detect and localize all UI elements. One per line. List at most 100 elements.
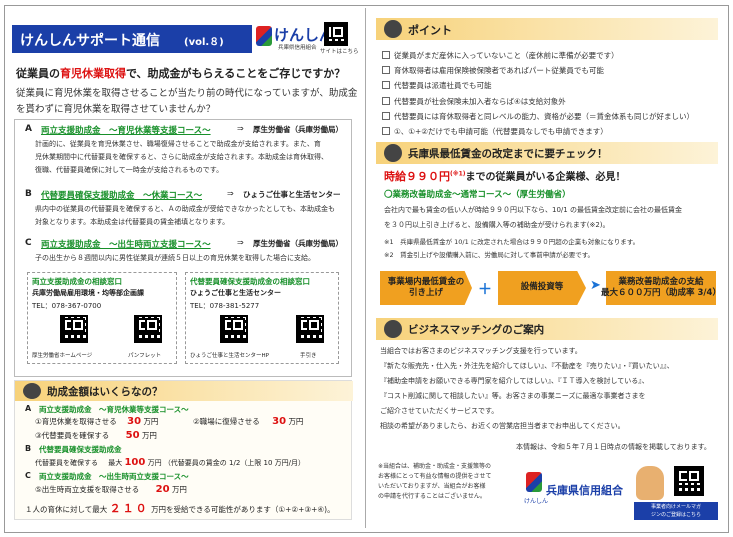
minwage-note-1: ※1 兵庫県最低賃金が 10/1 に改定された場合は９９０円超の企業も対象になり… xyxy=(384,238,640,246)
pointing-person-icon xyxy=(384,320,402,338)
grant-b-letter: B xyxy=(25,189,32,199)
amount-a2: ②職場に復帰させる 30 万円 xyxy=(193,416,303,427)
intro-headline-a: 従業員の xyxy=(16,67,60,80)
footer-note-line: ※当組合は、補助金・助成金・支援策等の xyxy=(378,463,492,470)
amount-b-unit: 万円 xyxy=(147,459,162,467)
grant-b-desc-2: 対象となります。本助成金は代替要員の賃金補填となります。 xyxy=(35,218,230,226)
points-heading: ポイント xyxy=(408,24,452,37)
contact-2-qr2-label: 手引き xyxy=(300,353,317,359)
points-item: 育休取得者は雇用保険被保険者であればパート従業員でも可能 xyxy=(382,63,718,78)
grant-a-arrow: ⇒ xyxy=(237,124,244,133)
grant-a-title: 両立支援助成金 ～育児休業等支援コース～ xyxy=(41,126,211,136)
points-item: 従業員がまだ産休に入っていないこと（産休前に準備が必要です） xyxy=(382,48,718,63)
amount-heading: 助成金額はいくらなの？ xyxy=(47,386,163,398)
amount-c: ⑤出生時両立支援を取得させる 20 万円 xyxy=(35,484,187,495)
grant-c-org: 厚生労働省（兵庫労働局） xyxy=(253,239,343,248)
points-item: 代替要員は派遣社員でも可能 xyxy=(382,78,718,93)
checkbox-icon xyxy=(382,127,390,136)
newsletter-header: けんしんサポート通信 (vol.８) xyxy=(12,25,252,53)
amount-b-title: 代替要員確保支援助成金 xyxy=(39,445,122,454)
intro-headline: 従業員の育児休業取得で、助成金がもらえることをご存じですか？ xyxy=(16,65,345,81)
amount-a1-label: ①育児休業を取得させる xyxy=(35,417,117,426)
mail-magazine-banner[interactable]: 事業者向けメールマガ ジンのご登録はこちら xyxy=(634,502,718,520)
mail-magazine-qr-icon[interactable] xyxy=(674,466,704,496)
amount-a2-label: ②職場に復帰させる xyxy=(193,417,260,426)
grant-list-box: A 両立支援助成金 ～育児休業等支援コース～ ⇒ 厚生労働省（兵庫労働局） 計画… xyxy=(14,119,352,377)
logo-subtext: 兵庫県信用組合 xyxy=(278,45,317,51)
amount-a3-label: ③代替要員を確保する xyxy=(35,431,110,440)
points-item: ①、①+②だけでも申請可能（代替要員なしでも申請できます） xyxy=(382,124,718,139)
biz-line: ご紹介させていただくサービスです。 xyxy=(380,407,499,415)
footer-logo-sub: けんしん xyxy=(524,498,549,505)
kenshin-logo-mark-icon xyxy=(526,472,542,492)
amount-a-title: 両立支援助成金 ～育児休業等支援コース～ xyxy=(39,405,189,414)
points-item: 代替要員には育休取得者と同レベルの能力、資格が必要（＝賃金体系も同じが好ましい） xyxy=(382,109,718,124)
newsletter-title: けんしんサポート通信 xyxy=(20,33,160,49)
amount-a3: ③代替要員を確保する 50 万円 xyxy=(35,430,157,441)
minwage-highlight-wage: 時給９９０円 xyxy=(384,170,450,183)
pointing-person-icon xyxy=(384,20,402,38)
grant-c-desc-1: 子の出生から８週間以内に男性従業員が連続５日以上の育児休業を取得した場合に支給。 xyxy=(35,254,315,262)
minwage-heading: 兵庫県最低賃金の改定までに要チェック！ xyxy=(408,148,608,160)
minwage-desc-1: 会社内で最も賃金の低い人が時給９９０円以下なら、10/1 の最低賃金改定前に会社… xyxy=(384,206,682,214)
biz-line: 『コスト削減に関して相談したい』等。お客さまの事業ニーズに最適な事業者さまを xyxy=(380,392,646,400)
grant-c-letter: C xyxy=(25,238,32,248)
grant-a-desc-1: 計画的に、従業員を育児休業させ、職場復帰させることで助成金が支給されます。また、… xyxy=(35,140,321,148)
intro-line-2: 従業員に育児休業を取得させることが当たり前の時代になっていますが、助成金 xyxy=(16,88,358,99)
kenshin-logo-mark-icon xyxy=(256,26,272,46)
contact-box-ryoritsu: 両立支援助成金の相談窓口 兵庫労働局雇用環境・均等部企画課 TEL：078-36… xyxy=(27,272,177,364)
pamphlet-qr-icon[interactable] xyxy=(134,315,162,343)
footer-note-line: お客様にとって有益な情報の提供をさせて xyxy=(378,473,492,480)
amount-c-label: ⑤出生時両立支援を取得させる xyxy=(35,485,140,494)
contact-1-tel: TEL：078-367-0700 xyxy=(32,302,102,310)
amount-c-value: 20 xyxy=(155,484,170,495)
grant-b-desc-1: 県内中の従業員の代替要員を確保すると、Ａの助成金が受給できなかったとしても、本助… xyxy=(35,205,335,213)
pointing-person-icon xyxy=(384,144,402,162)
grant-b-arrow: ⇒ xyxy=(227,189,234,198)
hyogo-center-hp-qr-icon[interactable] xyxy=(220,315,248,343)
amount-total-suffix: 万円を受給できる可能性があります（①+②+③+④)。 xyxy=(151,505,335,514)
amount-total-prefix: １人の育休に対して最大 xyxy=(25,505,108,514)
contact-2-tel: TEL：078-381-5277 xyxy=(190,302,260,310)
intro-headline-c: で、助成金がもらえることをご存じですか？ xyxy=(126,67,346,80)
amount-a1: ①育児休業を取得させる 30 万円 xyxy=(35,416,158,427)
amount-total: １人の育休に対して最大 ２１０ 万円を受給できる可能性があります（①+②+③+④… xyxy=(25,500,335,516)
amount-total-value: ２１０ xyxy=(109,502,149,515)
amount-a3-value: 50 xyxy=(125,430,140,441)
intro-line-3: を貰わずに育児休業を取得させていませんか？ xyxy=(16,104,216,115)
checkbox-icon xyxy=(382,111,390,120)
amount-c-title: 両立支援助成金 ～出生時両立支援コース～ xyxy=(39,472,189,481)
contact-1-title: 両立支援助成金の相談窓口 xyxy=(32,277,122,286)
minwage-highlight: 時給９９０円(※1)までの従業員がいる企業様、必見！ xyxy=(384,168,626,184)
kenshin-logo: けんしん 兵庫県信用組合 xyxy=(256,24,334,54)
mhlw-homepage-qr-icon[interactable] xyxy=(60,315,88,343)
points-list: 従業員がまだ産休に入っていないこと（産休前に準備が必要です） 育休取得者は雇用保… xyxy=(382,48,718,139)
intro-headline-highlight: 育児休業取得 xyxy=(60,67,126,80)
thinking-person-icon xyxy=(23,383,41,399)
biz-body: 当組合ではお客さまのビジネスマッチング支援を行っています。 『新たな販売先・仕入… xyxy=(380,344,718,434)
amount-a1-unit: 万円 xyxy=(143,417,159,426)
amount-b-note: （代替要員の賃金の 1/2（上限 10 万円/月） xyxy=(163,459,306,467)
flow-plus: ＋ xyxy=(478,282,492,298)
grant-a-desc-3: 復職、代替要員確保に対して一時金が支給されるものです。 xyxy=(35,166,224,174)
grant-b-title: 代替要員確保支援助成金 ～休業コース～ xyxy=(41,191,203,201)
amount-a2-unit: 万円 xyxy=(288,417,304,426)
minwage-course: 〇業務改善助成金～通常コース～（厚生労働省） xyxy=(384,190,571,200)
amount-b-value: 100 xyxy=(124,457,146,468)
amount-b-max: 最大 xyxy=(108,459,123,467)
site-qr-label: サイトはこちら xyxy=(320,49,359,55)
guidebook-qr-icon[interactable] xyxy=(296,315,324,343)
biz-heading: ビジネスマッチングのご案内 xyxy=(408,324,545,336)
points-item: 代替要員が社会保険未加入者ならば④は支給対象外 xyxy=(382,94,718,109)
checkbox-icon xyxy=(382,96,390,105)
grant-a-org: 厚生労働省（兵庫労働局） xyxy=(253,125,343,134)
minwage-highlight-rest: までの従業員がいる企業様、必見！ xyxy=(465,172,626,183)
checkbox-icon xyxy=(382,81,390,90)
site-qr-code-icon[interactable] xyxy=(324,22,348,46)
grant-b-org: ひょうご仕事と生活センター xyxy=(243,190,341,199)
grant-c-arrow: ⇒ xyxy=(237,238,244,247)
contact-1-qr2-label: パンフレット xyxy=(128,353,162,359)
contact-2-org: ひょうご仕事と生活センター xyxy=(190,289,281,297)
footer-note-line: の申請を代行することはございません。 xyxy=(378,493,486,500)
info-date: 本情報は、令和５年７月１日時点の情報を掲載しております。 xyxy=(516,443,711,451)
